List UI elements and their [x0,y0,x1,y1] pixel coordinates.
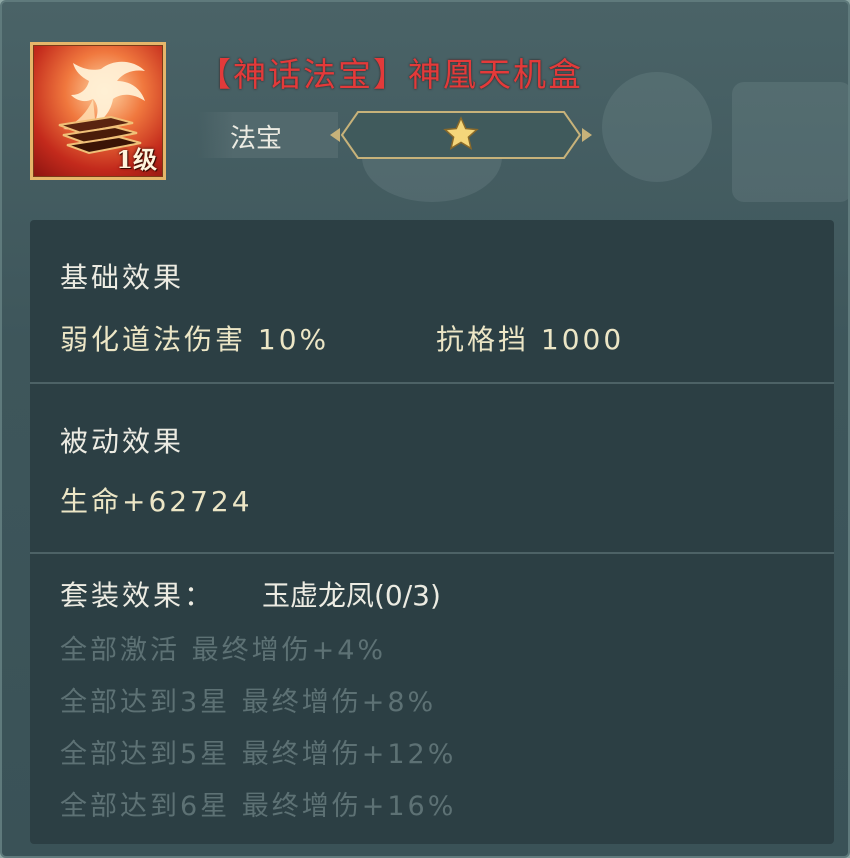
passive-effect-section: 被动效果 生命+62724 [30,384,834,552]
item-type-label: 法宝 [230,124,283,154]
set-bonus-line: 全部达到6星 最终增伤+16% [60,791,457,822]
set-bonus-line: 全部达到5星 最终增伤+12% [60,739,457,770]
base-effect-title: 基础效果 [60,261,185,294]
phoenix-box-icon[interactable]: 1级 [30,42,166,180]
base-effect-section: 基础效果 弱化道法伤害 10% 抗格挡 1000 [30,220,834,382]
item-type-tag: 法宝 [198,112,338,158]
set-effect-title: 套装效果： [60,579,216,612]
background-ornament [732,82,848,202]
gold-star-icon [443,116,479,150]
item-title: 【神话法宝】神凰天机盒 [198,55,583,94]
passive-stat: 生命+62724 [60,485,253,518]
set-bonus-line: 全部达到3星 最终增伤+8% [60,687,437,718]
set-effect-section: 套装效果： 玉虚龙凤(0/3) 全部激活 最终增伤+4% 全部达到3星 最终增伤… [30,554,834,844]
item-tooltip: 1级 【神话法宝】神凰天机盒 法宝 基础效果 弱化道法伤害 10% 抗格挡 10… [0,0,850,858]
base-stat: 弱化道法伤害 10% [60,323,330,356]
passive-effect-title: 被动效果 [60,425,185,458]
set-name: 玉虚龙凤(0/3) [262,579,441,612]
base-stat: 抗格挡 1000 [436,323,625,356]
set-bonus-line: 全部激活 最终增伤+4% [60,635,387,666]
background-ornament [602,72,712,182]
item-level-badge: 1级 [116,145,157,174]
